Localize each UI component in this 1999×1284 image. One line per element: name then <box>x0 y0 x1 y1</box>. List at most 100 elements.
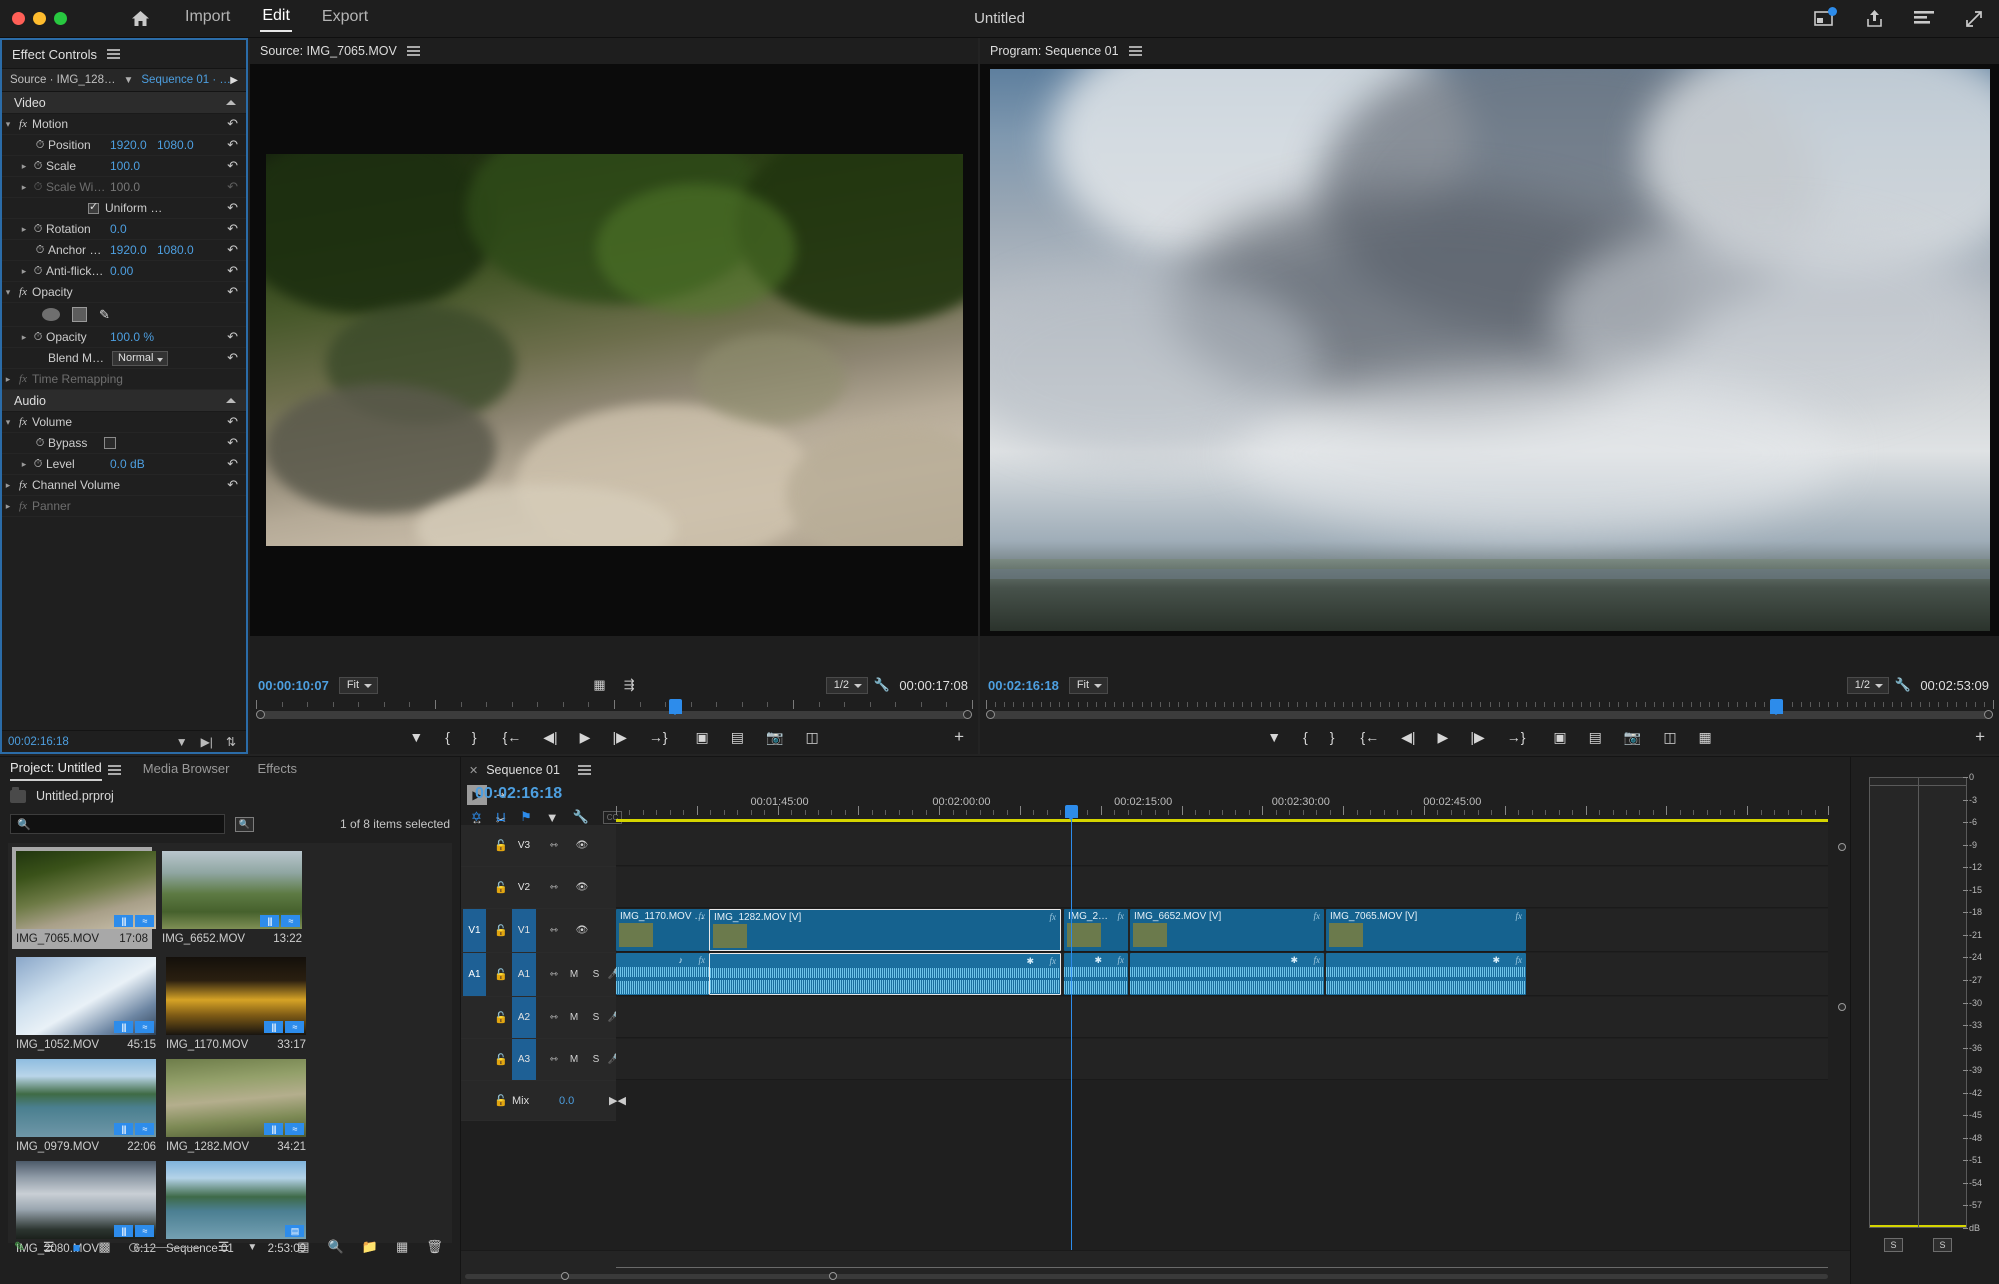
ellipse-mask-icon[interactable] <box>42 308 60 321</box>
pen-mask-icon[interactable]: ✎ <box>99 307 110 323</box>
project-item-thumbnail[interactable]: ||| ≈ <box>162 851 302 929</box>
timeline-audio-clip[interactable]: ✱ fx <box>1326 953 1526 995</box>
export-frame-icon[interactable]: 📷 <box>766 729 783 746</box>
chevron-right-icon[interactable]: ▶ <box>230 75 246 86</box>
multicam-icon[interactable]: ▦ <box>1699 729 1712 746</box>
step-forward-icon[interactable]: |▶ <box>612 729 626 746</box>
export-frame-icon[interactable]: 📷 <box>1624 729 1641 746</box>
panel-menu-icon[interactable] <box>577 763 591 778</box>
effect-row-rotation[interactable]: ▸ ⏱ Rotation 0.0 ↶ <box>2 219 246 240</box>
reset-icon[interactable]: ↶ <box>227 200 238 216</box>
project-item[interactable]: ||| ≈ IMG_1170.MOV 33:17 <box>166 957 306 1051</box>
track-header-v1[interactable]: V1 🔓 V1 ⇿ 👁 <box>461 909 616 953</box>
master-volume-line[interactable] <box>616 1267 1828 1268</box>
zoom-slider-handle[interactable] <box>128 1242 138 1252</box>
solo-button-left[interactable]: S <box>1869 1238 1918 1252</box>
program-scrub-bar[interactable] <box>986 699 1994 720</box>
delete-icon[interactable]: 🗑 <box>426 1239 443 1255</box>
stopwatch-icon[interactable]: ⏱ <box>30 223 46 236</box>
timeline-video-clip[interactable]: IMG_1282.MOV [V] fx <box>709 909 1061 951</box>
timeline-lane-v2[interactable] <box>616 867 1828 908</box>
toggle-track-output-icon[interactable]: 👁 <box>571 925 593 936</box>
transition-icon[interactable]: ⇅ <box>226 735 236 749</box>
chevron-down-icon[interactable]: ▼ <box>247 1242 257 1253</box>
project-item-thumbnail[interactable]: ▤ <box>166 1161 306 1239</box>
find-icon[interactable]: 🔍 <box>235 816 254 832</box>
program-scrub-handle-right[interactable] <box>1984 710 1993 719</box>
lift-icon[interactable]: ▣ <box>1553 729 1566 746</box>
scrollbar-handle-left[interactable] <box>561 1272 569 1280</box>
timeline-playhead[interactable] <box>1065 805 1078 1250</box>
project-item-grid[interactable]: ||| ≈ IMG_7065.MOV 17:08 ||| ≈ IMG_6652.MOV 13:… <box>8 843 452 1255</box>
effect-controls-tabbar[interactable]: Effect Controls <box>2 40 246 68</box>
collapse-caret-icon[interactable] <box>226 398 236 403</box>
mark-in-icon[interactable]: { <box>1303 729 1308 745</box>
source-scrub-handle-right[interactable] <box>963 710 972 719</box>
program-duration-timecode[interactable]: 00:02:53:09 <box>1920 678 1989 693</box>
effect-row-position[interactable]: ⏱ Position 1920.0 1080.0 ↶ <box>2 135 246 156</box>
reset-icon[interactable]: ↶ <box>227 414 238 430</box>
wrench-settings-icon[interactable]: 🔧 <box>573 809 589 825</box>
project-item[interactable]: ||| ≈ IMG_0979.MOV 22:06 <box>16 1059 156 1153</box>
keyframe-filter-icon[interactable]: ▼ <box>176 735 188 749</box>
button-editor-icon[interactable]: + <box>1975 727 1985 747</box>
effect-row-scale[interactable]: ▸ ⏱ Scale 100.0 ↶ <box>2 156 246 177</box>
program-zoom-level-select[interactable]: Fit <box>1068 676 1109 694</box>
program-current-timecode[interactable]: 00:02:16:18 <box>980 678 1059 693</box>
effect-controls-clip-bar[interactable]: Source · IMG_128… ▼ Sequence 01 · … ▶ <box>2 68 246 92</box>
timeline-track-area[interactable]: IMG_1170.MOV … fx IMG_1282.MOV [V] fx IMG_2…… <box>616 825 1828 1250</box>
share-export-icon[interactable] <box>1863 8 1885 30</box>
solo-track-button[interactable]: S <box>589 1054 603 1065</box>
reset-icon[interactable]: ↶ <box>227 116 238 132</box>
mute-track-button[interactable]: M <box>567 1012 581 1023</box>
timeline-video-clip[interactable]: IMG_1170.MOV … fx <box>616 909 709 951</box>
twirl-down-icon[interactable]: ▾ <box>2 417 14 428</box>
go-to-out-icon[interactable]: →} <box>649 729 668 745</box>
source-monitor-header[interactable]: Source: IMG_7065.MOV <box>250 38 978 64</box>
sort-icon[interactable]: ☰ <box>218 1239 230 1255</box>
tab-effects[interactable]: Effects <box>257 761 297 780</box>
linked-selection-icon[interactable]: ✡ <box>471 809 482 825</box>
project-item[interactable]: ||| ≈ IMG_6652.MOV 13:22 <box>162 851 302 949</box>
clip-indicator-left[interactable] <box>1870 778 1918 786</box>
track-target-v2[interactable]: V2 <box>512 867 536 908</box>
mark-in-icon[interactable]: { <box>445 729 450 745</box>
track-header-mix[interactable]: 🔓 Mix 0.0 ▶◀ <box>461 1081 626 1121</box>
timeline-toggle-buttons[interactable]: ✡ ⊔ ⚑ ▼ 🔧 CC <box>471 809 623 825</box>
fullscreen-icon[interactable] <box>1963 8 1985 30</box>
panel-menu-icon[interactable] <box>1128 44 1142 59</box>
find-icon[interactable]: 🔍 <box>328 1239 344 1255</box>
effect-row-anti-flicker[interactable]: ▸ ⏱ Anti-flick… 0.00 ↶ <box>2 261 246 282</box>
effect-row-scale-width[interactable]: ▸ ⏱ Scale Wi… 100.0 ↶ <box>2 177 246 198</box>
audio-section-header[interactable]: Audio <box>2 390 246 412</box>
insert-icon[interactable]: ▣ <box>696 729 709 746</box>
multicam-icon[interactable]: ⇶ <box>624 677 635 693</box>
clip-indicator-right[interactable] <box>1918 778 1966 786</box>
timeline-vertical-scrollbar[interactable] <box>1838 825 1846 1244</box>
twirl-right-icon[interactable]: ▸ <box>18 332 30 343</box>
stopwatch-icon[interactable]: ⏱ <box>32 437 48 450</box>
effect-controls-timecode[interactable]: 00:02:16:18 <box>2 736 69 748</box>
solo-button-right[interactable]: S <box>1918 1238 1967 1252</box>
timeline-lane-a1[interactable]: ♪ fx ✱ fx ✱ fx ✱ fx ✱ fx <box>616 953 1828 996</box>
new-bin-icon[interactable]: 📁 <box>362 1239 378 1255</box>
master-level-value[interactable]: 0.0 <box>559 1095 574 1107</box>
settings-wrench-icon[interactable]: 🔧 <box>874 677 890 693</box>
timeline-video-clip[interactable]: IMG_2… fx <box>1064 909 1128 951</box>
button-editor-icon[interactable]: + <box>954 727 964 747</box>
vscroll-handle-bottom[interactable] <box>1838 1003 1846 1011</box>
effect-row-uniform-scale[interactable]: Uniform … ↶ <box>2 198 246 219</box>
rectangle-mask-icon[interactable] <box>72 307 87 322</box>
track-target-a3[interactable]: A3 <box>512 1039 536 1080</box>
stopwatch-icon[interactable]: ⏱ <box>30 160 46 173</box>
play-icon[interactable]: ▶ <box>1438 729 1449 746</box>
timeline-lane-a2[interactable] <box>616 997 1828 1038</box>
stopwatch-icon[interactable]: ⏱ <box>30 458 46 471</box>
bypass-checkbox[interactable] <box>104 437 116 449</box>
project-item-thumbnail[interactable]: ||| ≈ <box>16 957 156 1035</box>
reset-icon[interactable]: ↶ <box>227 137 238 153</box>
add-marker-icon[interactable]: ▼ <box>1267 729 1281 745</box>
tab-export[interactable]: Export <box>320 6 370 31</box>
track-target-a1[interactable]: A1 <box>512 953 536 996</box>
step-forward-icon[interactable]: |▶ <box>1470 729 1484 746</box>
